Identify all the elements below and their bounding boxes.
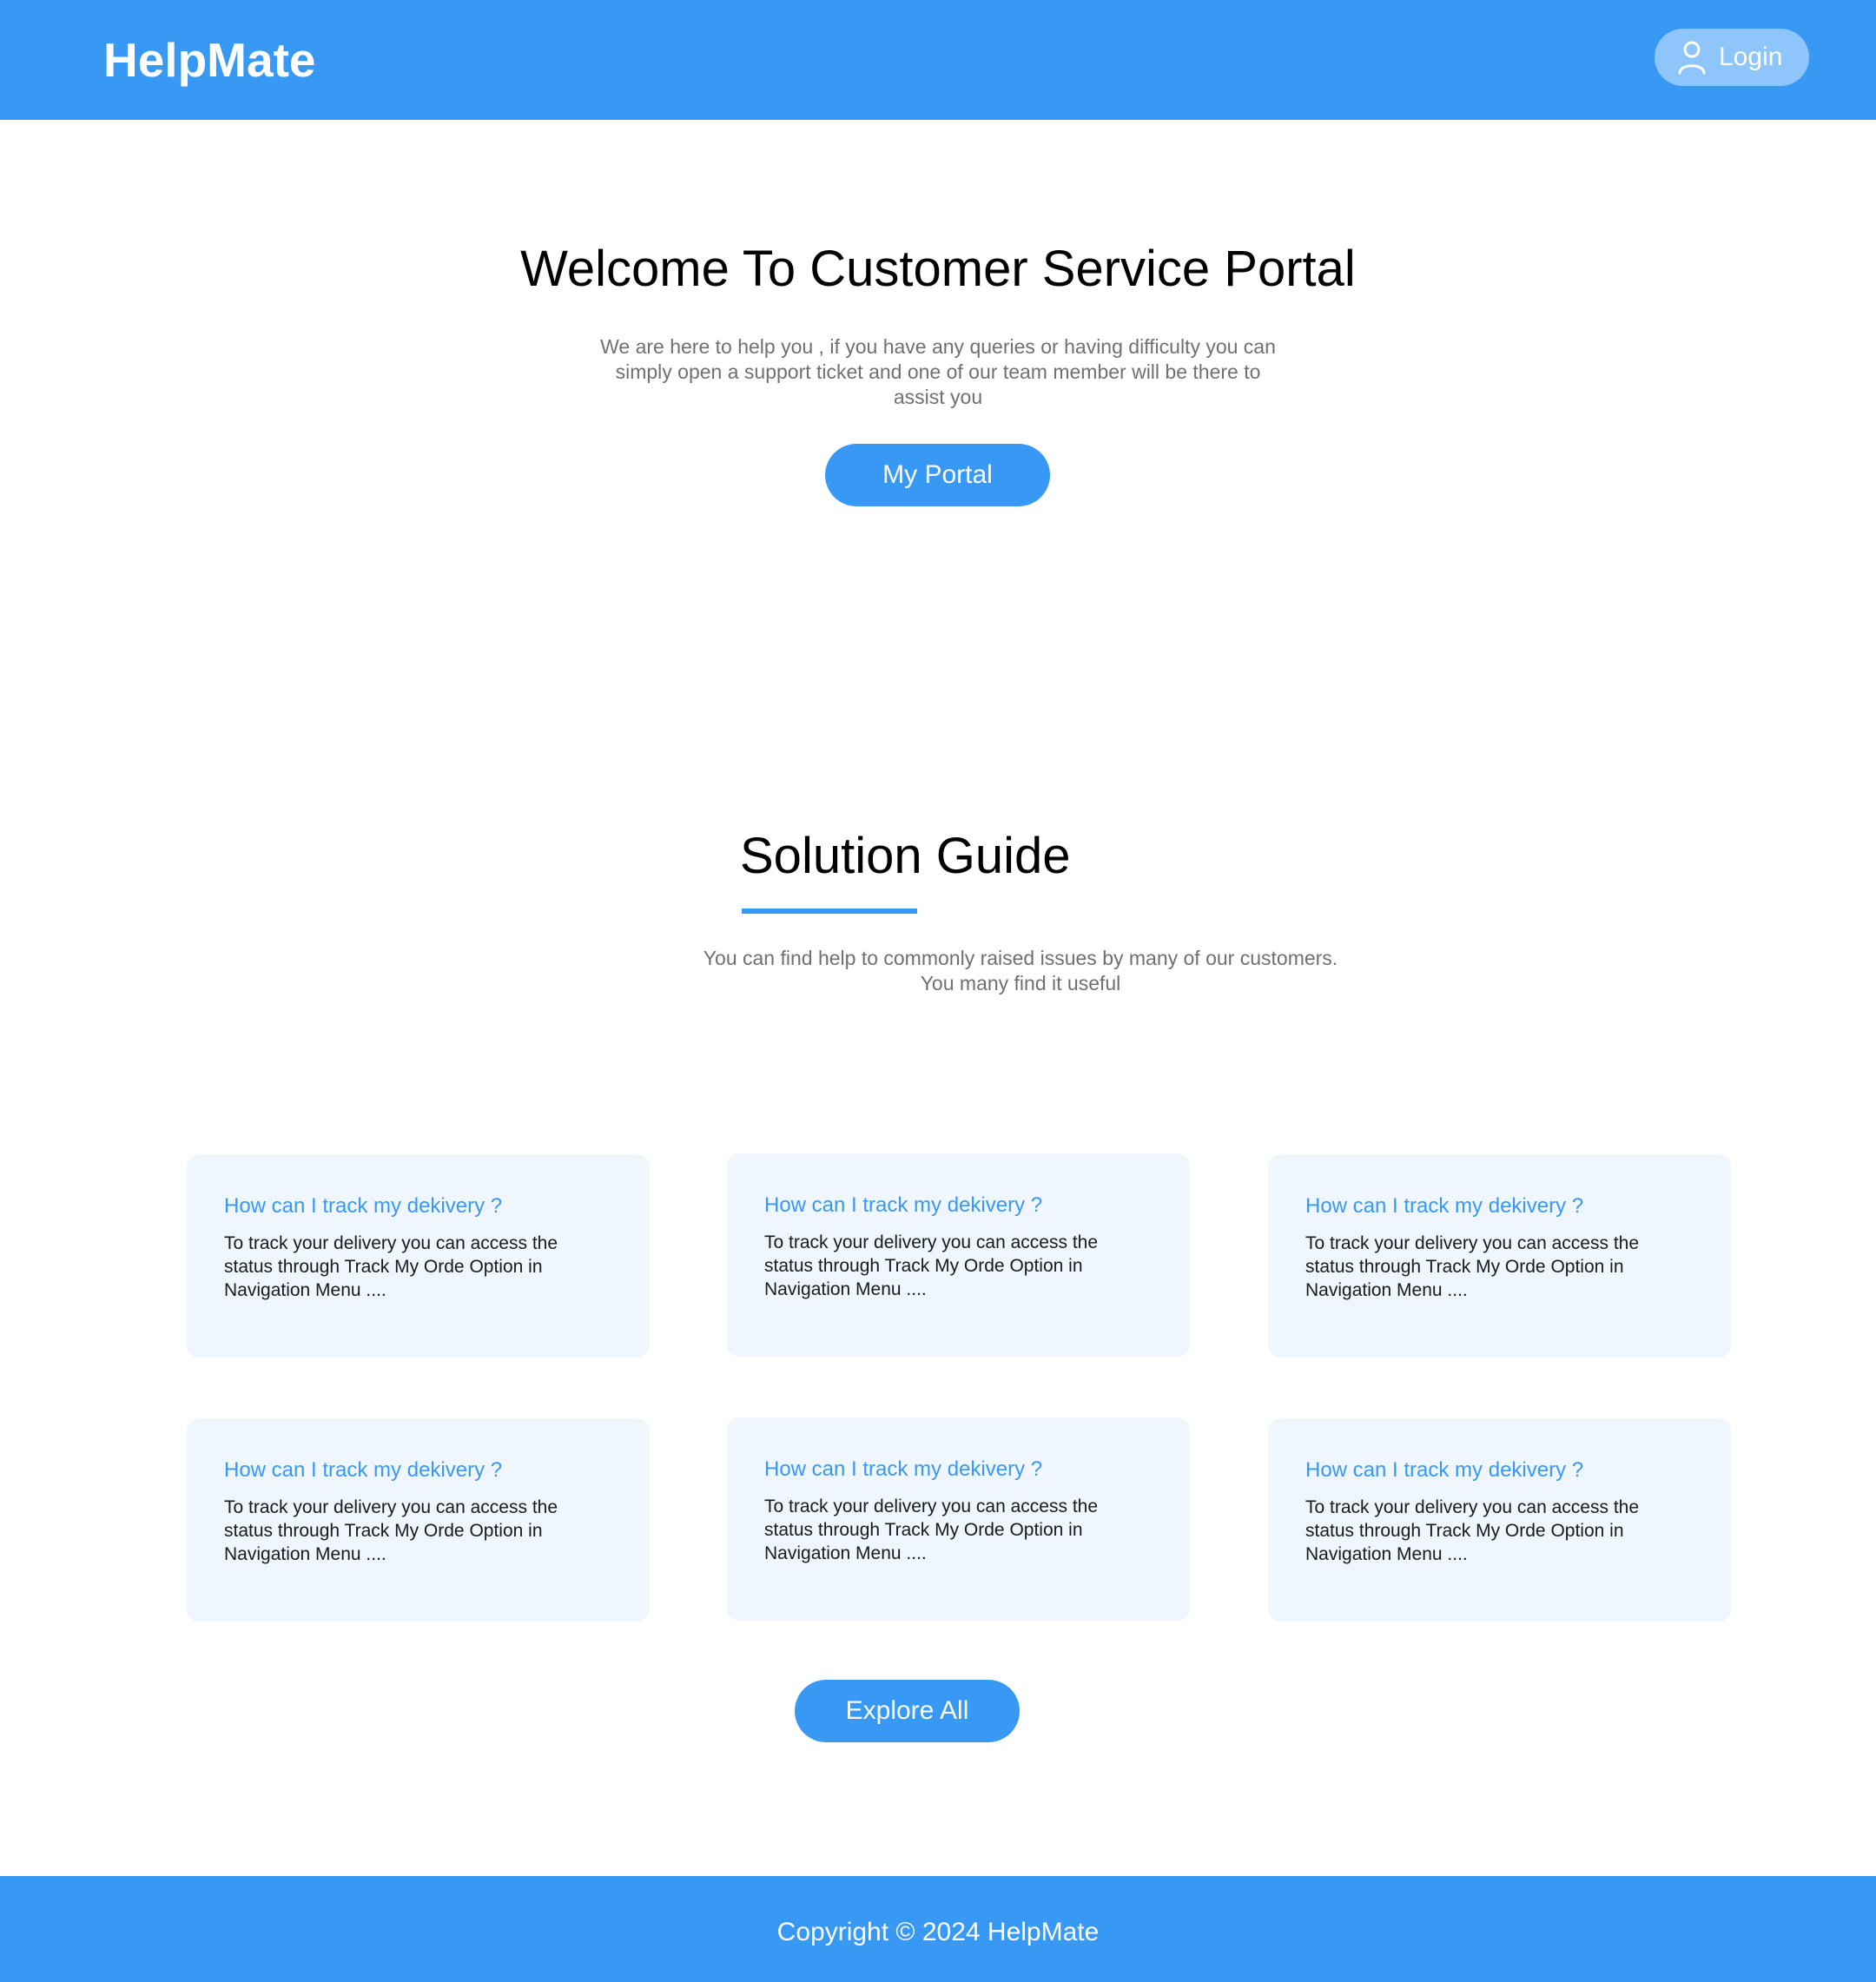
login-button[interactable]: Login (1655, 29, 1809, 86)
title-underline (742, 908, 917, 914)
hero-title: Welcome To Customer Service Portal (520, 241, 1356, 297)
solution-guide-title: Solution Guide (740, 828, 1071, 884)
copyright-text: Copyright © 2024 HelpMate (776, 1918, 1100, 1946)
solution-card[interactable]: How can I track my dekivery ? To track y… (727, 1153, 1190, 1357)
my-portal-button[interactable]: My Portal (825, 444, 1050, 506)
solution-guide-description: You can find help to commonly raised iss… (703, 947, 1338, 994)
card-body: To track your delivery you can access th… (1305, 1233, 1640, 1300)
solution-card[interactable]: How can I track my dekivery ? To track y… (187, 1154, 650, 1358)
card-title: How can I track my dekivery ? (224, 1194, 503, 1218)
solution-card[interactable]: How can I track my dekivery ? To track y… (187, 1418, 650, 1622)
card-body: To track your delivery you can access th… (764, 1496, 1099, 1563)
top-header: HelpMate Login (0, 0, 1876, 120)
card-title: How can I track my dekivery ? (1305, 1458, 1584, 1482)
login-label: Login (1719, 43, 1783, 71)
solution-card[interactable]: How can I track my dekivery ? To track y… (727, 1417, 1190, 1621)
card-title: How can I track my dekivery ? (1305, 1194, 1584, 1218)
solution-card[interactable]: How can I track my dekivery ? To track y… (1268, 1154, 1731, 1358)
explore-all-button[interactable]: Explore All (795, 1680, 1020, 1742)
card-title: How can I track my dekivery ? (764, 1193, 1043, 1217)
card-body: To track your delivery you can access th… (1305, 1497, 1640, 1564)
card-body: To track your delivery you can access th… (764, 1232, 1099, 1299)
user-icon (1678, 41, 1706, 75)
card-title: How can I track my dekivery ? (224, 1458, 503, 1482)
card-body: To track your delivery you can access th… (224, 1497, 558, 1564)
logo[interactable]: HelpMate (103, 31, 316, 89)
solution-card[interactable]: How can I track my dekivery ? To track y… (1268, 1418, 1731, 1622)
hero-description: We are here to help you , if you have an… (600, 335, 1276, 408)
card-title: How can I track my dekivery ? (764, 1457, 1043, 1481)
card-body: To track your delivery you can access th… (224, 1233, 558, 1300)
